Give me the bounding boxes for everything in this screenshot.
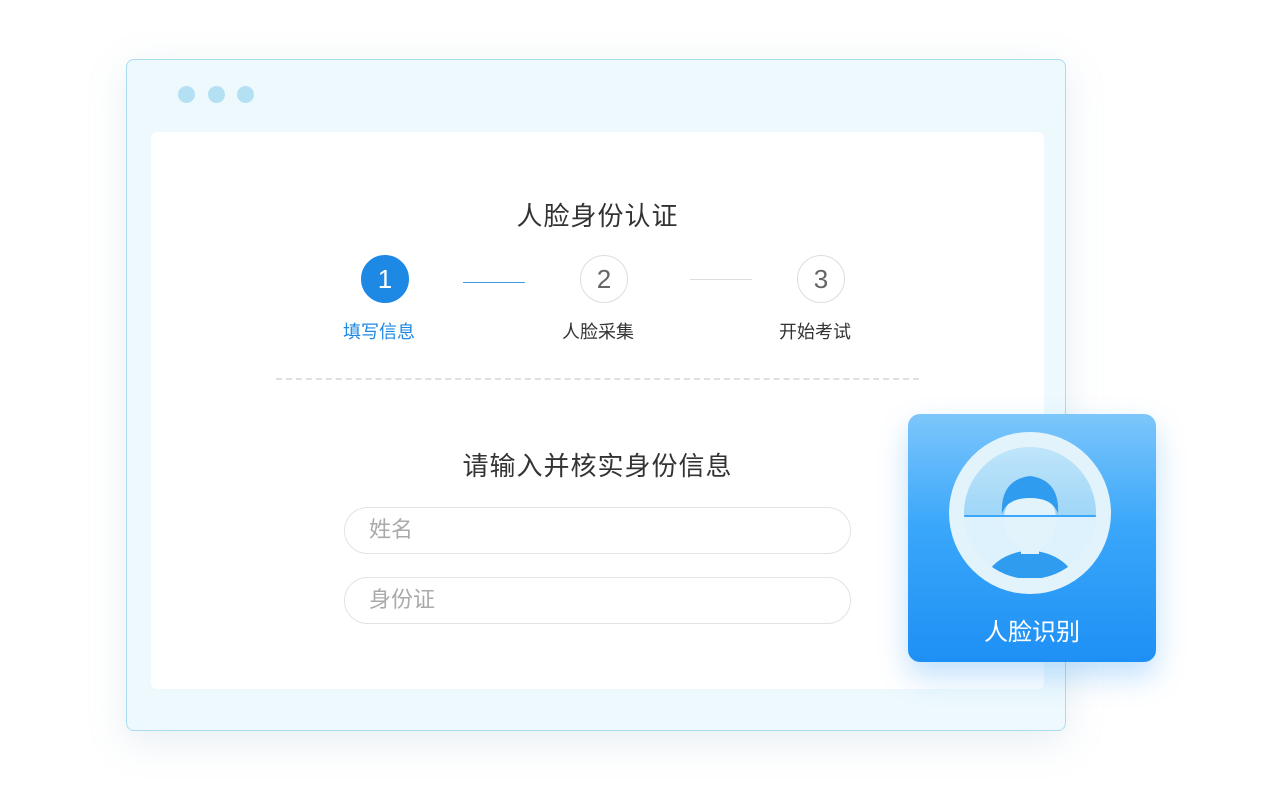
face-scan-icon [949, 432, 1111, 594]
step-connector [463, 282, 525, 283]
window-dot [208, 86, 225, 103]
id-card-field[interactable] [344, 577, 851, 624]
step-3-label[interactable]: 开始考试 [755, 318, 875, 344]
id-card-input[interactable] [345, 578, 850, 623]
step-connector [690, 279, 752, 280]
name-input[interactable] [345, 508, 850, 553]
face-recognition-card[interactable]: 人脸识别 [908, 414, 1156, 662]
step-1-circle[interactable]: 1 [361, 255, 409, 303]
dashed-divider [276, 378, 919, 380]
step-2-label[interactable]: 人脸采集 [538, 318, 658, 344]
name-field[interactable] [344, 507, 851, 554]
window-dot [237, 86, 254, 103]
step-1-label[interactable]: 填写信息 [319, 318, 439, 344]
face-recognition-label[interactable]: 人脸识别 [908, 612, 1156, 647]
window-dot [178, 86, 195, 103]
avatar-illustration [964, 447, 1096, 579]
step-3-circle[interactable]: 3 [797, 255, 845, 303]
page-title: 人脸身份认证 [516, 202, 679, 232]
step-2-circle[interactable]: 2 [580, 255, 628, 303]
